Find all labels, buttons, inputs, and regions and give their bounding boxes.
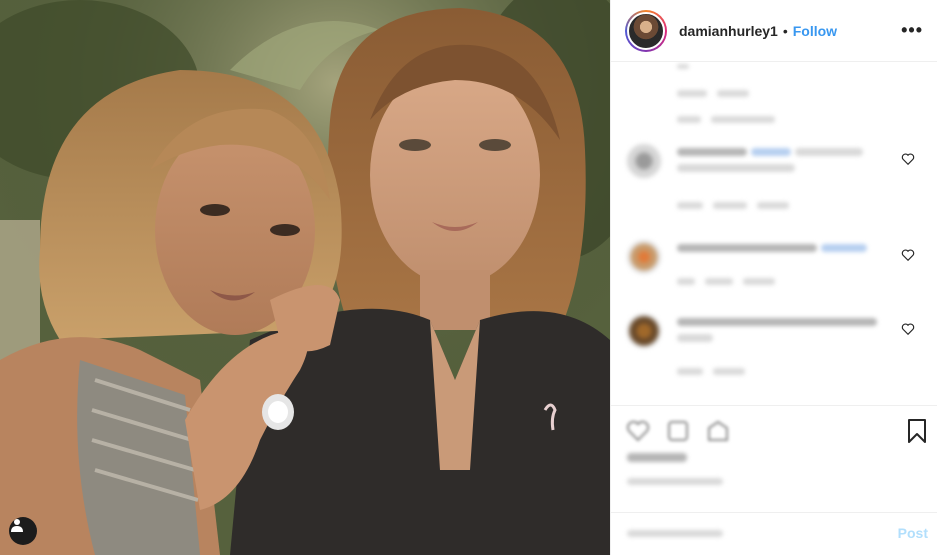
- avatar[interactable]: [625, 9, 667, 52]
- comments-list[interactable]: [611, 62, 937, 402]
- username-link[interactable]: damianhurley1: [679, 23, 778, 39]
- comment-fragment: [677, 64, 717, 69]
- commenter-avatar[interactable]: [627, 314, 661, 348]
- comment-icon[interactable]: [665, 418, 691, 444]
- commenter-avatar[interactable]: [627, 144, 661, 178]
- user-tag-button[interactable]: [9, 517, 37, 545]
- commenter-avatar[interactable]: [627, 240, 661, 274]
- share-icon[interactable]: [705, 418, 731, 444]
- heart-icon[interactable]: [901, 322, 915, 336]
- post-header: damianhurley1 • Follow •••: [611, 0, 937, 62]
- user-tag-icon: [11, 519, 23, 532]
- post-timestamp: [627, 478, 723, 485]
- separator-dot: •: [782, 22, 788, 39]
- comment-input[interactable]: [627, 530, 723, 537]
- heart-icon[interactable]: [901, 152, 915, 166]
- bookmark-icon[interactable]: [906, 418, 928, 444]
- likes-count[interactable]: [627, 453, 687, 462]
- comment-meta: [677, 84, 759, 102]
- action-bar: [611, 405, 937, 450]
- post-comment-button[interactable]: Post: [898, 525, 928, 541]
- post-image-illustration: [0, 0, 610, 555]
- more-options-icon[interactable]: •••: [901, 20, 923, 41]
- post-image[interactable]: [0, 0, 610, 555]
- add-comment-bar: Post: [611, 512, 937, 555]
- heart-icon[interactable]: [625, 418, 651, 444]
- view-replies[interactable]: [677, 110, 785, 128]
- post-side-panel: damianhurley1 • Follow ••• Post: [610, 0, 937, 555]
- follow-button[interactable]: Follow: [793, 23, 837, 39]
- heart-icon[interactable]: [901, 248, 915, 262]
